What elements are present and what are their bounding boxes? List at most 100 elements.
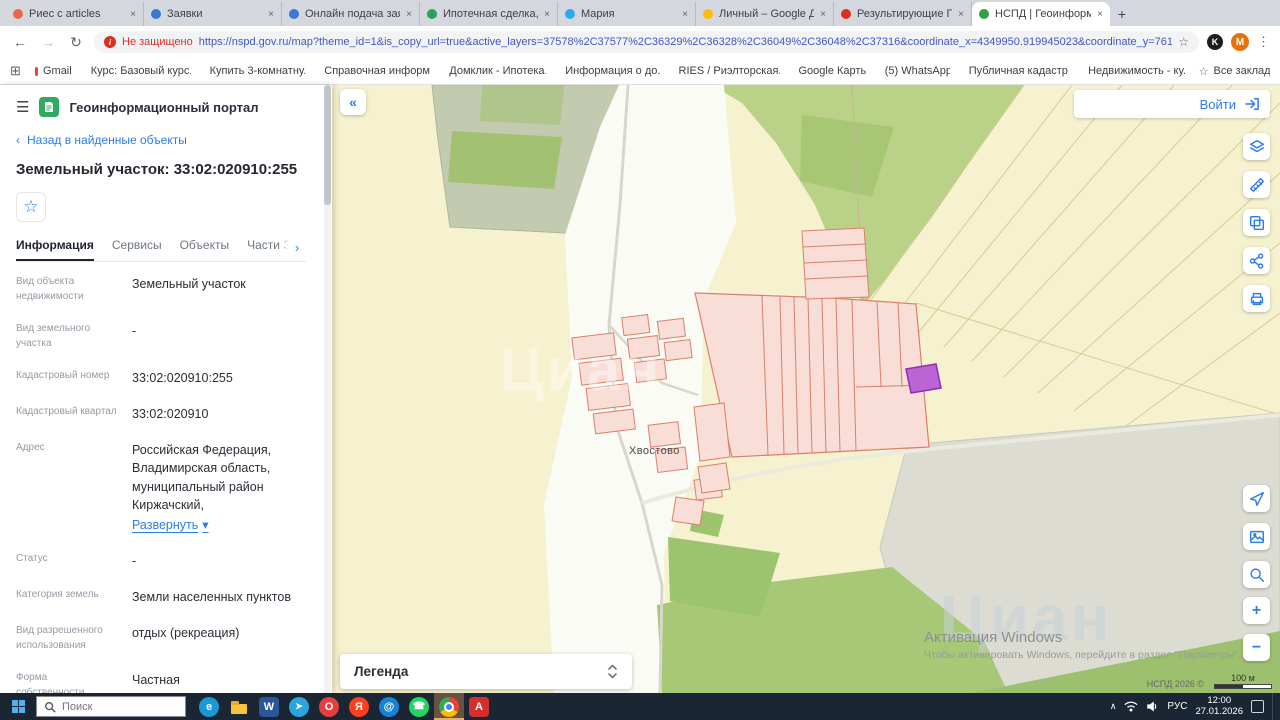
- zoom-in-button[interactable]: +: [1243, 597, 1270, 624]
- object-search-tool-button[interactable]: [1243, 561, 1270, 588]
- refresh-button[interactable]: ↻: [66, 34, 86, 51]
- browser-tab[interactable]: Риес с articles ×: [6, 2, 144, 26]
- browser-tab[interactable]: Онлайн подача заявки н... ×: [282, 2, 420, 26]
- bookmark-item[interactable]: (5) WhatsApp: [880, 65, 950, 77]
- tab-close-icon[interactable]: ×: [820, 9, 826, 20]
- browser-tab[interactable]: Заявки ×: [144, 2, 282, 26]
- tab-information[interactable]: Информация: [16, 238, 94, 261]
- tray-expand-icon[interactable]: ∧: [1110, 701, 1117, 712]
- back-to-results-link[interactable]: ‹ Назад в найденные объекты: [16, 133, 306, 147]
- taskbar-app-edge[interactable]: e: [194, 693, 224, 720]
- back-button[interactable]: ←: [10, 34, 30, 50]
- all-bookmarks-button[interactable]: ☆Все закладки: [1199, 65, 1270, 78]
- taskbar-app-whatsapp[interactable]: ☎: [404, 693, 434, 720]
- word-icon: W: [259, 697, 279, 717]
- bookmark-item[interactable]: Купить 3-комнатну...: [205, 65, 306, 77]
- language-indicator[interactable]: РУС: [1167, 701, 1187, 712]
- url-field[interactable]: i Не защищено https://nspd.gov.ru/map?th…: [94, 31, 1199, 53]
- forward-button[interactable]: →: [38, 34, 58, 50]
- legend-expand-icon[interactable]: [607, 663, 618, 680]
- kaspersky-extension-icon[interactable]: K: [1207, 34, 1223, 50]
- favorite-star-button[interactable]: ☆: [16, 192, 46, 222]
- taskbar-app-chrome-active[interactable]: [434, 693, 464, 720]
- browser-tab[interactable]: Результирующие ПОКР... ×: [834, 2, 972, 26]
- tab-close-icon[interactable]: ×: [1097, 9, 1103, 20]
- tab-close-icon[interactable]: ×: [268, 9, 274, 20]
- notification-center-icon[interactable]: [1251, 700, 1264, 713]
- bookmark-item[interactable]: Домклик - Ипотека...: [444, 65, 546, 77]
- bookmarks-bar: ⊞ Gmail Курс: Базовый курс... Купить 3-к…: [0, 58, 1280, 85]
- compare-icon: [1248, 214, 1266, 232]
- attribute-value: Российская Федерация, Владимирская облас…: [132, 441, 306, 534]
- bookmark-item[interactable]: Google Карты: [794, 65, 866, 77]
- taskbar-clock[interactable]: 12:00 27.01.2026: [1195, 696, 1243, 718]
- collapse-panel-button[interactable]: «: [340, 89, 366, 115]
- login-button[interactable]: Войти: [1074, 90, 1270, 118]
- tab-close-icon[interactable]: ×: [682, 9, 688, 20]
- tab-objects[interactable]: Объекты: [180, 238, 230, 261]
- tab-close-icon[interactable]: ×: [958, 9, 964, 20]
- taskbar-app-telegram[interactable]: ➤: [284, 693, 314, 720]
- taskbar-app-yandex[interactable]: Я: [344, 693, 374, 720]
- attribute-label: Адрес: [16, 441, 118, 534]
- panel-scrollbar[interactable]: [324, 85, 331, 693]
- bookmark-item[interactable]: RIES / Риэлторская...: [674, 65, 780, 77]
- bookmark-label: Gmail: [43, 65, 72, 77]
- zoom-out-button[interactable]: −: [1243, 634, 1270, 661]
- panel-scrollbar-thumb[interactable]: [324, 85, 331, 205]
- bookmark-item[interactable]: Курс: Базовый курс...: [86, 65, 191, 77]
- bookmark-item[interactable]: Недвижимость - ку...: [1083, 65, 1185, 77]
- panorama-tool-button[interactable]: [1243, 523, 1270, 550]
- apps-grid-icon[interactable]: ⊞: [10, 63, 21, 79]
- print-tool-button[interactable]: [1243, 285, 1270, 312]
- taskbar-app-opera[interactable]: O: [314, 693, 344, 720]
- activation-title: Активация Windows: [924, 629, 1241, 646]
- tab-favicon: [13, 9, 23, 19]
- bookmark-star-icon[interactable]: ☆: [1178, 35, 1189, 49]
- compare-tool-button[interactable]: [1243, 209, 1270, 236]
- legend-panel[interactable]: Легенда: [340, 654, 632, 689]
- tab-services[interactable]: Сервисы: [112, 238, 162, 261]
- profile-avatar[interactable]: M: [1231, 33, 1249, 51]
- browser-tab-active[interactable]: НСПД | Геоинформацион... ×: [972, 2, 1110, 26]
- tab-close-icon[interactable]: ×: [544, 9, 550, 20]
- bookmark-item[interactable]: Публичная кадастр...: [964, 65, 1069, 77]
- taskbar-app-explorer[interactable]: [224, 693, 254, 720]
- login-label: Войти: [1200, 97, 1236, 112]
- url-text[interactable]: https://nspd.gov.ru/map?theme_id=1&is_co…: [199, 36, 1173, 48]
- browser-tab[interactable]: Мария ×: [558, 2, 696, 26]
- hamburger-menu-icon[interactable]: ☰: [16, 98, 29, 116]
- taskbar-app-word[interactable]: W: [254, 693, 284, 720]
- browser-menu-icon[interactable]: ⋮: [1257, 34, 1270, 50]
- taskbar-search-input[interactable]: [62, 701, 172, 713]
- browser-tab[interactable]: Личный – Google Диск ×: [696, 2, 834, 26]
- tabs-scroll-right-icon[interactable]: ›: [288, 238, 306, 256]
- wifi-icon[interactable]: [1124, 701, 1138, 712]
- security-warning-icon[interactable]: i: [104, 36, 116, 48]
- start-button[interactable]: [0, 693, 36, 720]
- expand-address-link[interactable]: Развернуть ▾: [132, 516, 209, 534]
- taskbar-app-acrobat[interactable]: A: [464, 693, 494, 720]
- cadastral-map-canvas[interactable]: [332, 85, 1280, 693]
- volume-icon[interactable]: [1146, 701, 1159, 712]
- panel-tabs: Информация Сервисы Объекты Части ЗУ Сост…: [16, 238, 306, 262]
- bookmark-item[interactable]: Справочная информ...: [319, 65, 430, 77]
- attribution-text: НСПД 2026 ©: [1147, 679, 1204, 689]
- windows-taskbar: e W ➤ O Я @ ☎ A ∧ РУС 12:00 27.01.2026: [0, 693, 1280, 720]
- bookmark-item[interactable]: Информация о до...: [560, 65, 659, 77]
- yandex-icon: Я: [349, 697, 369, 717]
- browser-tab[interactable]: Ипотечная сделка, войт... ×: [420, 2, 558, 26]
- tab-close-icon[interactable]: ×: [406, 9, 412, 20]
- new-tab-button[interactable]: +: [1110, 2, 1134, 26]
- taskbar-app-mail[interactable]: @: [374, 693, 404, 720]
- bookmark-item[interactable]: Gmail: [35, 65, 72, 77]
- ruler-tool-button[interactable]: [1243, 171, 1270, 198]
- show-desktop-button[interactable]: [1272, 693, 1276, 720]
- tab-close-icon[interactable]: ×: [130, 9, 136, 20]
- taskbar-search[interactable]: [36, 696, 186, 717]
- locate-tool-button[interactable]: [1243, 485, 1270, 512]
- bookmark-label: (5) WhatsApp: [885, 65, 950, 77]
- selected-parcel[interactable]: [906, 364, 941, 393]
- layers-tool-button[interactable]: [1243, 133, 1270, 160]
- share-tool-button[interactable]: [1243, 247, 1270, 274]
